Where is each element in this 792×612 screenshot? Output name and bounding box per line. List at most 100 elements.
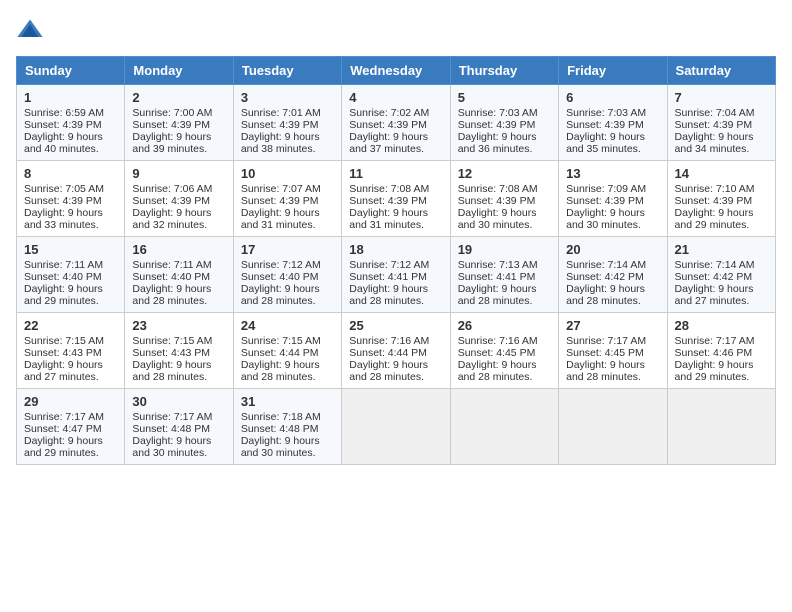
sunrise-label: Sunrise: 7:17 AM <box>132 411 212 423</box>
calendar-cell: 25 Sunrise: 7:16 AM Sunset: 4:44 PM Dayl… <box>342 313 450 389</box>
sunset-label: Sunset: 4:39 PM <box>241 195 319 207</box>
sunrise-label: Sunrise: 7:11 AM <box>132 259 211 271</box>
weekday-header: Wednesday <box>342 57 450 85</box>
sunrise-label: Sunrise: 7:18 AM <box>241 411 321 423</box>
sunset-label: Sunset: 4:39 PM <box>24 119 102 131</box>
weekday-header: Sunday <box>17 57 125 85</box>
calendar-cell: 10 Sunrise: 7:07 AM Sunset: 4:39 PM Dayl… <box>233 161 341 237</box>
daylight-label: Daylight: 9 hours and 28 minutes. <box>132 359 211 383</box>
weekday-header: Saturday <box>667 57 775 85</box>
daylight-label: Daylight: 9 hours and 27 minutes. <box>675 283 754 307</box>
sunset-label: Sunset: 4:44 PM <box>349 347 427 359</box>
weekday-header: Monday <box>125 57 233 85</box>
sunset-label: Sunset: 4:48 PM <box>241 423 319 435</box>
daylight-label: Daylight: 9 hours and 30 minutes. <box>241 435 320 459</box>
calendar-cell: 18 Sunrise: 7:12 AM Sunset: 4:41 PM Dayl… <box>342 237 450 313</box>
calendar-cell: 19 Sunrise: 7:13 AM Sunset: 4:41 PM Dayl… <box>450 237 558 313</box>
day-number: 3 <box>241 90 334 105</box>
daylight-label: Daylight: 9 hours and 28 minutes. <box>349 283 428 307</box>
day-number: 9 <box>132 166 225 181</box>
calendar-cell: 20 Sunrise: 7:14 AM Sunset: 4:42 PM Dayl… <box>559 237 667 313</box>
day-number: 12 <box>458 166 551 181</box>
calendar-table: SundayMondayTuesdayWednesdayThursdayFrid… <box>16 56 776 465</box>
sunrise-label: Sunrise: 7:02 AM <box>349 107 429 119</box>
sunrise-label: Sunrise: 7:09 AM <box>566 183 646 195</box>
sunset-label: Sunset: 4:39 PM <box>349 119 427 131</box>
sunrise-label: Sunrise: 7:03 AM <box>458 107 538 119</box>
sunset-label: Sunset: 4:39 PM <box>349 195 427 207</box>
daylight-label: Daylight: 9 hours and 39 minutes. <box>132 131 211 155</box>
calendar-cell: 11 Sunrise: 7:08 AM Sunset: 4:39 PM Dayl… <box>342 161 450 237</box>
day-number: 15 <box>24 242 117 257</box>
sunset-label: Sunset: 4:39 PM <box>241 119 319 131</box>
day-number: 14 <box>675 166 768 181</box>
day-number: 24 <box>241 318 334 333</box>
sunrise-label: Sunrise: 7:12 AM <box>349 259 429 271</box>
calendar-cell: 16 Sunrise: 7:11 AM Sunset: 4:40 PM Dayl… <box>125 237 233 313</box>
calendar-cell: 29 Sunrise: 7:17 AM Sunset: 4:47 PM Dayl… <box>17 389 125 465</box>
day-number: 28 <box>675 318 768 333</box>
sunset-label: Sunset: 4:44 PM <box>241 347 319 359</box>
calendar-cell: 22 Sunrise: 7:15 AM Sunset: 4:43 PM Dayl… <box>17 313 125 389</box>
sunset-label: Sunset: 4:39 PM <box>566 119 644 131</box>
sunset-label: Sunset: 4:39 PM <box>675 195 753 207</box>
calendar-cell: 30 Sunrise: 7:17 AM Sunset: 4:48 PM Dayl… <box>125 389 233 465</box>
day-number: 1 <box>24 90 117 105</box>
daylight-label: Daylight: 9 hours and 32 minutes. <box>132 207 211 231</box>
sunset-label: Sunset: 4:41 PM <box>458 271 536 283</box>
calendar-week-row: 15 Sunrise: 7:11 AM Sunset: 4:40 PM Dayl… <box>17 237 776 313</box>
sunset-label: Sunset: 4:46 PM <box>675 347 753 359</box>
sunset-label: Sunset: 4:43 PM <box>132 347 210 359</box>
day-number: 29 <box>24 394 117 409</box>
daylight-label: Daylight: 9 hours and 27 minutes. <box>24 359 103 383</box>
sunrise-label: Sunrise: 7:17 AM <box>24 411 104 423</box>
daylight-label: Daylight: 9 hours and 34 minutes. <box>675 131 754 155</box>
calendar-cell: 1 Sunrise: 6:59 AM Sunset: 4:39 PM Dayli… <box>17 85 125 161</box>
daylight-label: Daylight: 9 hours and 29 minutes. <box>675 207 754 231</box>
daylight-label: Daylight: 9 hours and 29 minutes. <box>675 359 754 383</box>
day-number: 20 <box>566 242 659 257</box>
daylight-label: Daylight: 9 hours and 35 minutes. <box>566 131 645 155</box>
calendar-cell: 13 Sunrise: 7:09 AM Sunset: 4:39 PM Dayl… <box>559 161 667 237</box>
daylight-label: Daylight: 9 hours and 28 minutes. <box>241 283 320 307</box>
sunset-label: Sunset: 4:39 PM <box>132 119 210 131</box>
calendar-week-row: 8 Sunrise: 7:05 AM Sunset: 4:39 PM Dayli… <box>17 161 776 237</box>
sunrise-label: Sunrise: 7:06 AM <box>132 183 212 195</box>
sunset-label: Sunset: 4:39 PM <box>566 195 644 207</box>
calendar-cell <box>342 389 450 465</box>
daylight-label: Daylight: 9 hours and 30 minutes. <box>458 207 537 231</box>
day-number: 30 <box>132 394 225 409</box>
sunset-label: Sunset: 4:45 PM <box>566 347 644 359</box>
daylight-label: Daylight: 9 hours and 28 minutes. <box>566 359 645 383</box>
daylight-label: Daylight: 9 hours and 30 minutes. <box>566 207 645 231</box>
sunrise-label: Sunrise: 7:11 AM <box>24 259 103 271</box>
calendar-cell: 9 Sunrise: 7:06 AM Sunset: 4:39 PM Dayli… <box>125 161 233 237</box>
sunrise-label: Sunrise: 7:14 AM <box>566 259 646 271</box>
day-number: 17 <box>241 242 334 257</box>
calendar-cell: 26 Sunrise: 7:16 AM Sunset: 4:45 PM Dayl… <box>450 313 558 389</box>
calendar-cell: 3 Sunrise: 7:01 AM Sunset: 4:39 PM Dayli… <box>233 85 341 161</box>
day-number: 19 <box>458 242 551 257</box>
daylight-label: Daylight: 9 hours and 30 minutes. <box>132 435 211 459</box>
day-number: 31 <box>241 394 334 409</box>
sunrise-label: Sunrise: 7:08 AM <box>349 183 429 195</box>
daylight-label: Daylight: 9 hours and 36 minutes. <box>458 131 537 155</box>
day-number: 7 <box>675 90 768 105</box>
daylight-label: Daylight: 9 hours and 40 minutes. <box>24 131 103 155</box>
calendar-week-row: 1 Sunrise: 6:59 AM Sunset: 4:39 PM Dayli… <box>17 85 776 161</box>
daylight-label: Daylight: 9 hours and 29 minutes. <box>24 435 103 459</box>
day-number: 11 <box>349 166 442 181</box>
sunrise-label: Sunrise: 7:16 AM <box>349 335 429 347</box>
sunset-label: Sunset: 4:40 PM <box>132 271 210 283</box>
day-number: 23 <box>132 318 225 333</box>
daylight-label: Daylight: 9 hours and 38 minutes. <box>241 131 320 155</box>
day-number: 6 <box>566 90 659 105</box>
calendar-cell: 6 Sunrise: 7:03 AM Sunset: 4:39 PM Dayli… <box>559 85 667 161</box>
sunset-label: Sunset: 4:42 PM <box>675 271 753 283</box>
calendar-cell: 8 Sunrise: 7:05 AM Sunset: 4:39 PM Dayli… <box>17 161 125 237</box>
sunrise-label: Sunrise: 7:05 AM <box>24 183 104 195</box>
calendar-week-row: 29 Sunrise: 7:17 AM Sunset: 4:47 PM Dayl… <box>17 389 776 465</box>
logo-icon <box>16 16 44 44</box>
calendar-cell <box>450 389 558 465</box>
sunrise-label: Sunrise: 7:15 AM <box>132 335 212 347</box>
